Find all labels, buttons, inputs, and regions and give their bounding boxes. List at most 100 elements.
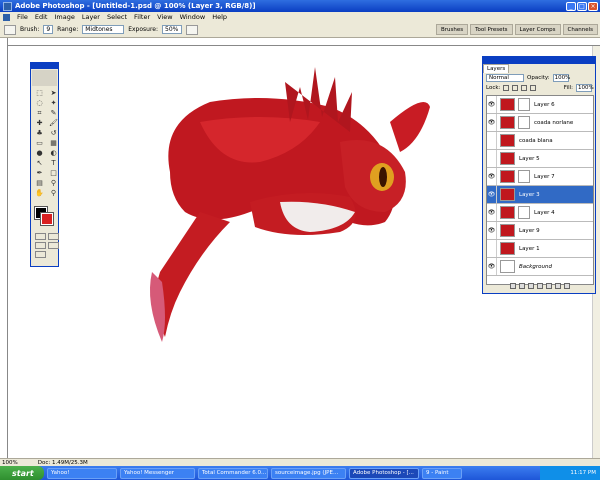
history-brush-icon[interactable]: ↺	[48, 129, 59, 138]
menu-filter[interactable]: Filter	[134, 13, 150, 21]
background-color-swatch[interactable]	[40, 212, 54, 226]
toolbox-titlebar[interactable]	[31, 63, 58, 69]
link-layers-icon[interactable]	[510, 283, 516, 289]
menu-layer[interactable]: Layer	[82, 13, 100, 21]
stamp-icon[interactable]: ♣	[34, 129, 45, 138]
lock-transparency-icon[interactable]	[503, 85, 510, 91]
layer-row[interactable]: Layer 1	[487, 240, 593, 258]
standard-mode-icon[interactable]	[35, 233, 46, 240]
notes-icon[interactable]: ▤	[34, 179, 45, 188]
brush-picker[interactable]: 9	[43, 25, 54, 34]
exposure-field[interactable]: 50%	[162, 25, 183, 34]
tab-layer-comps[interactable]: Layer Comps	[514, 24, 561, 35]
jump-to-imageready-icon[interactable]	[35, 251, 46, 258]
task-photoshop[interactable]: Adobe Photoshop - [...	[349, 467, 419, 479]
eyedropper-icon[interactable]: ⚲	[48, 179, 59, 188]
eye-icon[interactable]	[487, 150, 497, 167]
zoom-icon[interactable]: ⚲	[48, 189, 59, 198]
layer-row[interactable]: 👁 Layer 6	[487, 96, 593, 114]
menu-window[interactable]: Window	[180, 13, 206, 21]
eye-icon[interactable]: 👁	[487, 114, 497, 131]
eye-icon[interactable]: 👁	[487, 204, 497, 221]
blur-icon[interactable]: ●	[34, 149, 45, 158]
layer-row[interactable]: 👁 coada norlane	[487, 114, 593, 132]
task-yahoo[interactable]: Yahoo!	[47, 467, 117, 479]
menu-view[interactable]: View	[157, 13, 172, 21]
layer-row[interactable]: Layer 5	[487, 150, 593, 168]
shape-icon[interactable]: □	[48, 169, 59, 178]
trash-icon[interactable]	[564, 283, 570, 289]
layer-row[interactable]: 👁 Layer 4	[487, 204, 593, 222]
range-select[interactable]: Midtones	[82, 25, 125, 34]
add-mask-icon[interactable]	[528, 283, 534, 289]
eye-icon[interactable]: 👁	[487, 168, 497, 185]
slice-icon[interactable]: ✎	[48, 109, 59, 118]
tab-brushes[interactable]: Brushes	[435, 24, 469, 35]
menu-help[interactable]: Help	[212, 13, 227, 21]
layer-row[interactable]: 👁 Layer 3	[487, 186, 593, 204]
menu-image[interactable]: Image	[54, 13, 74, 21]
type-icon[interactable]: T	[48, 159, 59, 168]
new-set-icon[interactable]	[537, 283, 543, 289]
magic-wand-icon[interactable]: ✦	[48, 99, 59, 108]
task-yahoo-messenger[interactable]: Yahoo! Messenger	[120, 467, 195, 479]
menu-file[interactable]: File	[17, 13, 28, 21]
zoom-level[interactable]: 100%	[2, 460, 18, 466]
blend-mode-select[interactable]: Normal	[486, 74, 524, 82]
eye-icon[interactable]: 👁	[487, 222, 497, 239]
eye-icon[interactable]: 👁	[487, 96, 497, 113]
gradient-icon[interactable]: ▦	[48, 139, 59, 148]
menu-edit[interactable]: Edit	[35, 13, 48, 21]
new-layer-icon[interactable]	[555, 283, 561, 289]
task-paint[interactable]: 9 - Paint	[422, 467, 462, 479]
screen-mode-standard-icon[interactable]	[35, 242, 46, 249]
eye-icon[interactable]: 👁	[487, 186, 497, 203]
layer-row[interactable]: 👁 Background	[487, 258, 593, 276]
task-total-commander[interactable]: Total Commander 6.0...	[198, 467, 268, 479]
healing-icon[interactable]: ✚	[34, 119, 45, 128]
layer-mask-thumbnail[interactable]	[518, 98, 530, 111]
dodge-icon[interactable]: ◐	[48, 149, 59, 158]
layer-row[interactable]: coada blana	[487, 132, 593, 150]
layer-mask-thumbnail[interactable]	[518, 116, 530, 129]
layer-style-icon[interactable]	[519, 283, 525, 289]
lock-all-icon[interactable]	[530, 85, 537, 91]
tab-tool-presets[interactable]: Tool Presets	[470, 24, 513, 35]
opacity-field[interactable]: 100%	[552, 74, 570, 82]
path-select-icon[interactable]: ↖	[34, 159, 45, 168]
screen-mode-full-icon[interactable]	[48, 242, 59, 249]
start-button[interactable]: start	[0, 466, 44, 480]
lasso-icon[interactable]: ◌	[34, 99, 45, 108]
clock[interactable]: 11:17 PM	[570, 470, 596, 476]
pen-icon[interactable]: ✒	[34, 169, 45, 178]
layer-mask-thumbnail[interactable]	[518, 170, 530, 183]
marquee-icon[interactable]: ⬚	[34, 89, 45, 98]
menu-select[interactable]: Select	[107, 13, 127, 21]
layer-mask-thumbnail[interactable]	[518, 206, 530, 219]
close-button[interactable]: ×	[588, 1, 598, 11]
minimize-button[interactable]: _	[566, 1, 576, 11]
photoshop-feather-logo[interactable]	[32, 70, 57, 86]
eraser-icon[interactable]: ▭	[34, 139, 45, 148]
eye-icon[interactable]	[487, 240, 497, 257]
doc-size[interactable]: Doc: 1.49M/25.3M	[38, 460, 88, 466]
layer-row[interactable]: 👁 Layer 7	[487, 168, 593, 186]
tab-channels[interactable]: Channels	[562, 24, 598, 35]
fill-field[interactable]: 100%	[576, 84, 594, 92]
maximize-button[interactable]: □	[577, 1, 587, 11]
quick-mask-icon[interactable]	[48, 233, 59, 240]
task-sourceimage[interactable]: sourceimage.jpg (JPE...	[271, 467, 346, 479]
lock-position-icon[interactable]	[521, 85, 528, 91]
layers-panel-titlebar[interactable]	[483, 57, 595, 64]
eye-icon[interactable]	[487, 132, 497, 149]
tab-layers[interactable]: Layers	[483, 64, 510, 73]
crop-icon[interactable]: ⌗	[34, 109, 45, 118]
move-icon[interactable]: ➤	[48, 89, 59, 98]
adjustment-layer-icon[interactable]	[546, 283, 552, 289]
lock-pixels-icon[interactable]	[512, 85, 519, 91]
airbrush-icon[interactable]	[186, 24, 199, 35]
hand-icon[interactable]: ✋	[34, 189, 45, 198]
layer-row[interactable]: 👁 Layer 9	[487, 222, 593, 240]
app-menu-icon[interactable]	[3, 13, 10, 21]
brush-icon[interactable]: 🖌	[48, 119, 59, 128]
